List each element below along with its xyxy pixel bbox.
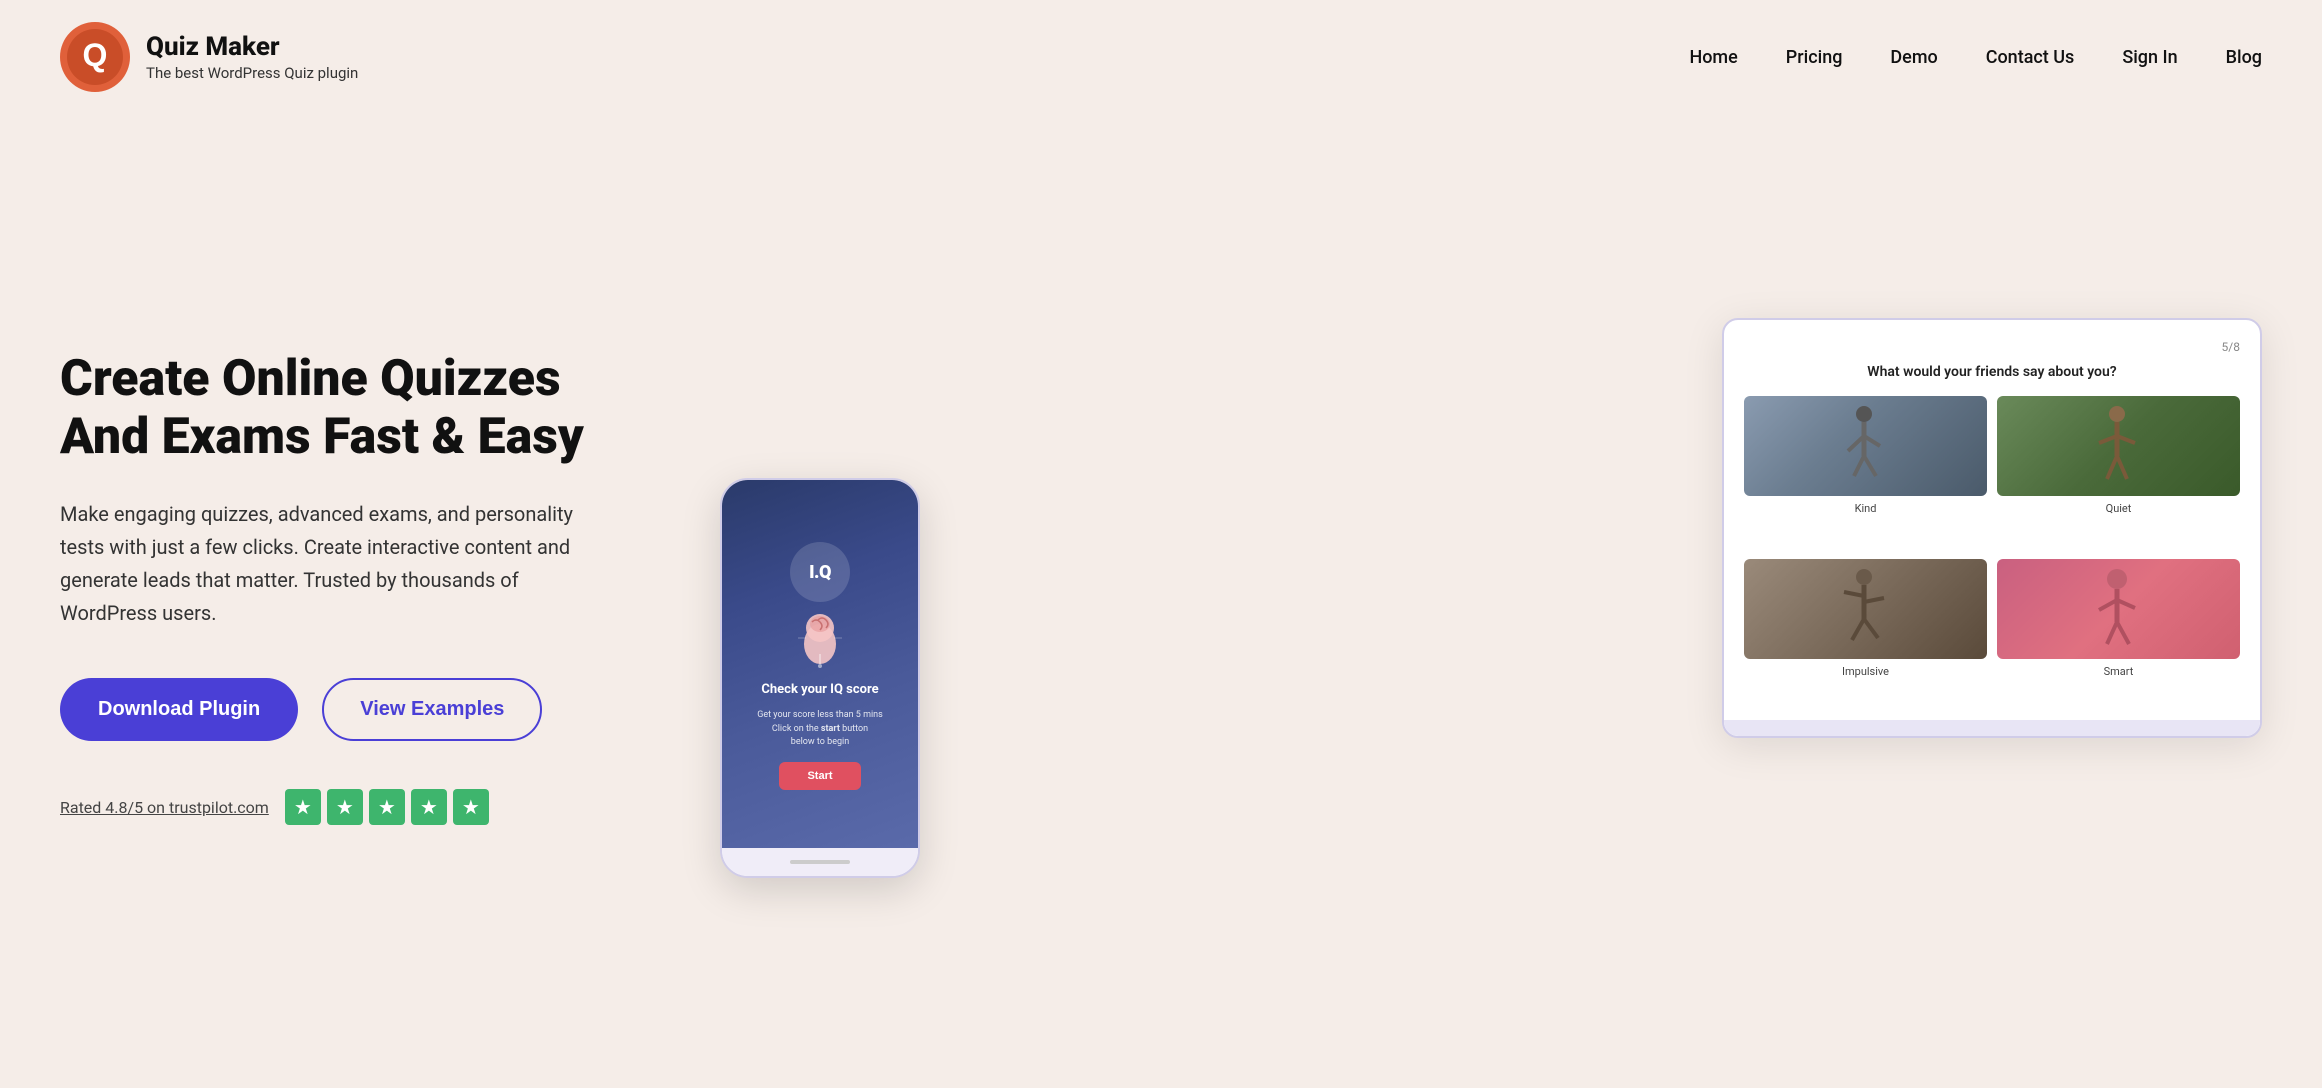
view-examples-button[interactable]: View Examples <box>322 678 542 741</box>
phone-screen: I.Q <box>722 480 918 848</box>
tablet-img-quiet <box>1997 396 2240 496</box>
phone-start-button[interactable]: Start <box>779 762 860 790</box>
phone-mockup: I.Q <box>720 478 920 878</box>
phone-bottom-bar <box>722 848 918 876</box>
tablet-option-kind: Kind <box>1744 396 1987 549</box>
nav-blog[interactable]: Blog <box>2226 47 2262 68</box>
hero-section: Create Online Quizzes And Exams Fast & E… <box>0 114 2322 1082</box>
nav-home[interactable]: Home <box>1689 47 1737 68</box>
tablet-grid: Kind Quiet <box>1744 396 2240 712</box>
nav-demo[interactable]: Demo <box>1890 47 1937 68</box>
tablet-img-smart <box>1997 559 2240 659</box>
logo-subtitle: The best WordPress Quiz plugin <box>146 64 358 82</box>
tablet-img-kind <box>1744 396 1987 496</box>
hero-description: Make engaging quizzes, advanced exams, a… <box>60 498 620 630</box>
logo-icon: Q <box>60 22 130 92</box>
tablet-option-smart: Smart <box>1997 559 2240 712</box>
phone-home-indicator <box>790 860 850 864</box>
phone-title: Check your IQ score <box>761 682 878 697</box>
nav-pricing[interactable]: Pricing <box>1786 47 1843 68</box>
phone-subtitle: Get your score less than 5 minsClick on … <box>757 709 883 750</box>
tablet-img-impulsive <box>1744 559 1987 659</box>
tablet-mockup: 5/8 What would your friends say about yo… <box>1722 318 2262 738</box>
rating-area: Rated 4.8/5 on trustpilot.com ★ ★ ★ ★ ★ <box>60 789 660 825</box>
star-1: ★ <box>285 789 321 825</box>
tablet-progress: 5/8 <box>1744 340 2240 354</box>
hero-heading: Create Online Quizzes And Exams Fast & E… <box>60 351 660 466</box>
hero-right: 5/8 What would your friends say about yo… <box>700 298 2262 878</box>
logo-area: Q Quiz Maker The best WordPress Quiz plu… <box>60 22 358 92</box>
tablet-question: What would your friends say about you? <box>1744 364 2240 380</box>
tablet-label-kind: Kind <box>1855 502 1877 515</box>
phone-iq-badge: I.Q <box>790 542 850 602</box>
tablet-label-quiet: Quiet <box>2106 502 2132 515</box>
star-5: ★ <box>453 789 489 825</box>
logo-text-block: Quiz Maker The best WordPress Quiz plugi… <box>146 32 358 81</box>
tablet-option-impulsive: Impulsive <box>1744 559 1987 712</box>
logo-title: Quiz Maker <box>146 32 358 63</box>
rating-text[interactable]: Rated 4.8/5 on trustpilot.com <box>60 798 269 817</box>
svg-text:Q: Q <box>83 37 108 73</box>
download-plugin-button[interactable]: Download Plugin <box>60 678 298 741</box>
nav-signin[interactable]: Sign In <box>2122 47 2177 68</box>
tablet-label-smart: Smart <box>2104 665 2134 678</box>
header: Q Quiz Maker The best WordPress Quiz plu… <box>0 0 2322 114</box>
main-nav: Home Pricing Demo Contact Us Sign In Blo… <box>1689 47 2262 68</box>
star-2: ★ <box>327 789 363 825</box>
star-3: ★ <box>369 789 405 825</box>
tablet-option-quiet: Quiet <box>1997 396 2240 549</box>
tablet-label-impulsive: Impulsive <box>1842 665 1889 678</box>
hero-left: Create Online Quizzes And Exams Fast & E… <box>60 351 660 825</box>
hero-buttons: Download Plugin View Examples <box>60 678 660 741</box>
phone-brain-icon <box>788 606 852 670</box>
tablet-bottom-bar <box>1724 720 2260 736</box>
stars: ★ ★ ★ ★ ★ <box>285 789 489 825</box>
star-4: ★ <box>411 789 447 825</box>
nav-contact[interactable]: Contact Us <box>1986 47 2075 68</box>
